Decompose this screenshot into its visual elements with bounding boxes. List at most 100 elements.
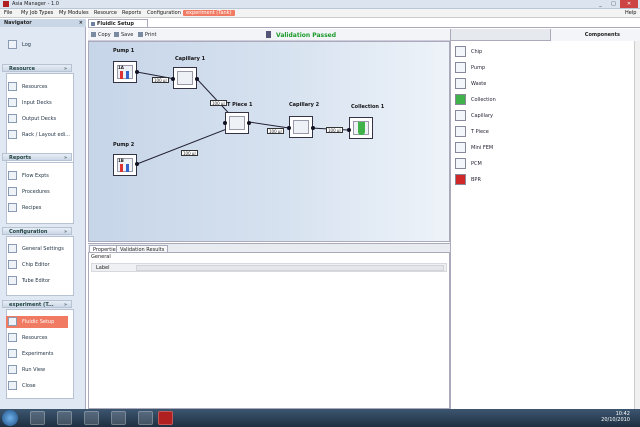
component-pcm[interactable]: PCM [455,157,535,171]
nav-item-chip-editor[interactable]: Chip Editor [6,259,68,271]
menu-file[interactable]: File [4,10,12,16]
copy-icon [91,32,96,37]
component-capillary[interactable]: Capillary [455,109,535,123]
fluidic-diagram-canvas[interactable]: Pump 1 1A 100 µl Capillary 1 100 µl T Pi… [88,41,450,242]
menu-configuration[interactable]: Configuration [147,10,181,16]
node-title-capillary-2: Capillary 2 [289,102,320,108]
nav-item-tube-editor[interactable]: Tube Editor [6,275,68,287]
port-dot[interactable] [135,162,139,166]
section-experiment-header[interactable]: experiment (T...» [2,300,72,308]
port-dot[interactable] [311,126,315,130]
flow-label: 100 µl [181,150,198,156]
play-icon [8,365,17,374]
port-dot[interactable] [195,77,199,81]
t-piece-icon [455,126,466,137]
node-capillary-2[interactable] [289,116,313,138]
port-dot[interactable] [247,121,251,125]
node-t-piece-1[interactable] [225,112,249,134]
save-button[interactable]: Save [114,32,133,38]
start-button[interactable] [2,410,18,426]
rack-layout-icon [8,130,17,139]
explorer-icon[interactable] [30,411,45,425]
nav-item-output-decks[interactable]: Output Decks [6,113,68,125]
flow-expts-icon [8,171,17,180]
connection-wires [136,71,349,165]
nav-item-resources[interactable]: Resources [6,81,68,93]
window-title: Asia Manager - 1.0 [12,1,59,7]
copy-button[interactable]: Copy [91,32,111,38]
taskbar-app-icon[interactable] [111,411,126,425]
nav-item-fluidic-setup[interactable]: Fluidic Setup [6,316,68,328]
component-t-piece[interactable]: T Piece [455,125,535,139]
collection-icon [455,94,466,105]
resources-icon [8,82,17,91]
nav-item-log[interactable]: Log [6,39,68,51]
component-chip[interactable]: Chip [455,45,535,59]
port-dot[interactable] [223,121,227,125]
port-dot[interactable] [171,77,175,81]
menu-my-job-types[interactable]: My Job Types [21,10,53,16]
component-mini-fem[interactable]: Mini FEM [455,141,535,155]
collection-tube-icon [358,122,365,135]
navigator-header: Navigator × [0,19,86,27]
navigator-panel: Navigator × Log Resource» Resources Inpu… [0,19,86,409]
nav-item-rack-layout[interactable]: Rack / Layout edi... [6,129,70,141]
menu-reports[interactable]: Reports [122,10,141,16]
components-scrollbar[interactable] [634,41,640,409]
taskbar-app-icon[interactable] [84,411,99,425]
fluidic-setup-icon [8,317,17,326]
taskbar-app-icon[interactable] [138,411,153,425]
node-capillary-1[interactable] [173,67,197,89]
taskbar-app-icon[interactable] [57,411,72,425]
component-pump[interactable]: Pump [455,61,535,75]
nav-item-general-settings[interactable]: General Settings [6,243,68,255]
collapse-icon[interactable]: » [64,228,67,236]
pin-icon[interactable]: × [79,19,83,27]
nav-item-input-decks[interactable]: Input Decks [6,97,68,109]
print-button[interactable]: Print [138,32,157,38]
component-bpr[interactable]: BPR [455,173,535,187]
menu-my-modules[interactable]: My Modules [59,10,89,16]
port-dot[interactable] [287,126,291,130]
node-title-t-piece-1: T Piece 1 [227,102,253,108]
components-header: Components [450,29,640,41]
menu-help[interactable]: Help [625,10,636,16]
nav-item-recipes[interactable]: Recipes [6,202,68,214]
section-reports-header[interactable]: Reports» [2,153,72,161]
group-general: General [91,254,111,260]
nav-item-procedures[interactable]: Procedures [6,186,68,198]
menu-resource[interactable]: Resource [94,10,117,16]
port-dot[interactable] [135,70,139,74]
node-collection-1[interactable] [349,117,373,139]
component-waste[interactable]: Waste [455,77,535,91]
nav-item-exp-resources[interactable]: Resources [6,332,68,344]
node-pump-2[interactable]: 1B [113,154,137,176]
component-collection[interactable]: Collection [455,93,535,107]
nav-item-flow-expts[interactable]: Flow Expts [6,170,68,182]
node-pump-1[interactable]: 1A [113,61,137,83]
tube-blue-icon [126,164,129,172]
close-window-button[interactable]: ✕ [620,0,638,8]
minimize-button[interactable]: _ [594,0,607,8]
menu-experiment[interactable]: experiment (Tank) [183,10,235,16]
bpr-icon [455,174,466,185]
app-icon [3,1,9,7]
port-dot[interactable] [347,128,351,132]
collapse-icon[interactable]: » [64,154,67,162]
maximize-button[interactable]: □ [607,0,620,8]
nav-item-experiments[interactable]: Experiments [6,348,68,360]
section-configuration-header[interactable]: Configuration» [2,227,72,235]
section-resource-header[interactable]: Resource» [2,64,72,72]
node-title-capillary-1: Capillary 1 [175,56,206,62]
label-field[interactable] [136,265,444,271]
collapse-icon[interactable]: » [64,301,67,309]
chip-editor-icon [8,260,17,269]
nav-item-close[interactable]: Close [6,380,68,392]
collapse-icon[interactable]: » [64,65,67,73]
system-clock: 10:42 20/10/2010 [601,411,630,423]
asia-manager-taskbar-icon[interactable] [158,411,173,425]
tube-red-icon [120,164,123,172]
nav-item-run-view[interactable]: Run View [6,364,68,376]
title-bar: Asia Manager - 1.0 _ □ ✕ [0,0,640,9]
t-piece-icon [229,116,245,130]
